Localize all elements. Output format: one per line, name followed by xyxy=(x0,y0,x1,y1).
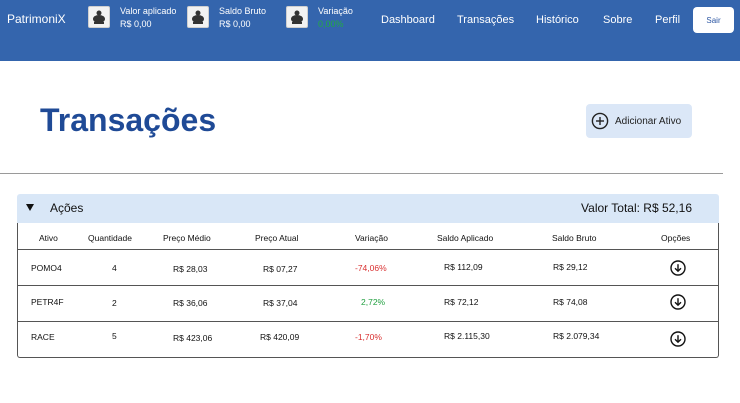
table-row: PETR4F 2 R$ 36,06 R$ 37,04 2,72% R$ 72,1… xyxy=(18,286,718,322)
col-opcoes: Opções xyxy=(661,233,691,243)
stat-label: Valor aplicado xyxy=(120,6,177,16)
col-ativo: Ativo xyxy=(39,233,58,243)
piggy-bank-icon xyxy=(88,6,110,28)
cell-quantidade: 5 xyxy=(112,331,117,341)
cell-saldo-bruto: R$ 29,12 xyxy=(553,262,588,272)
cell-saldo-aplicado: R$ 112,09 xyxy=(444,262,483,272)
cell-quantidade: 2 xyxy=(112,298,117,308)
chevron-down-circle-icon[interactable] xyxy=(670,294,686,310)
col-preco-atual: Preço Atual xyxy=(255,233,299,243)
section-header-acoes[interactable]: Ações Valor Total: R$ 52,16 xyxy=(17,194,719,223)
plus-circle-icon xyxy=(591,112,609,130)
table-header-row: Ativo Quantidade Preço Médio Preço Atual… xyxy=(18,223,718,250)
cell-preco-medio: R$ 423,06 xyxy=(173,333,213,343)
table-row: RACE 5 R$ 423,06 R$ 420,09 -1,70% R$ 2.1… xyxy=(18,322,718,358)
divider xyxy=(0,173,723,174)
chevron-down-circle-icon[interactable] xyxy=(670,331,686,347)
cell-ativo: RACE xyxy=(31,332,55,342)
cell-saldo-bruto: R$ 2.079,34 xyxy=(553,331,600,341)
assets-table: Ativo Quantidade Preço Médio Preço Atual… xyxy=(17,223,719,358)
nav-historico[interactable]: Histórico xyxy=(536,14,579,26)
col-saldo-aplicado: Saldo Aplicado xyxy=(437,233,494,243)
section-title: Ações xyxy=(50,201,84,215)
stat-value: 0,00% xyxy=(318,19,344,29)
logout-button[interactable]: Sair xyxy=(693,7,734,33)
cell-preco-medio: R$ 36,06 xyxy=(173,298,208,308)
cell-variacao: 2,72% xyxy=(361,297,386,307)
cell-variacao: -74,06% xyxy=(355,263,387,273)
piggy-bank-icon xyxy=(187,6,209,28)
piggy-bank-icon xyxy=(286,6,308,28)
cell-preco-medio: R$ 28,03 xyxy=(173,264,208,274)
cell-variacao: -1,70% xyxy=(355,332,382,342)
add-asset-label: Adicionar Ativo xyxy=(615,115,682,127)
stat-value: R$ 0,00 xyxy=(219,19,251,29)
cell-saldo-aplicado: R$ 72,12 xyxy=(444,297,479,307)
cell-saldo-bruto: R$ 74,08 xyxy=(553,297,588,307)
cell-quantidade: 4 xyxy=(112,263,117,273)
page-title: Transações xyxy=(40,102,217,138)
add-asset-button[interactable]: Adicionar Ativo xyxy=(586,104,692,138)
cell-preco-atual: R$ 420,09 xyxy=(260,332,300,342)
cell-preco-atual: R$ 07,27 xyxy=(263,264,298,274)
stat-label: Variação xyxy=(318,6,353,16)
col-saldo-bruto: Saldo Bruto xyxy=(552,233,597,243)
col-variacao: Variação xyxy=(355,233,388,243)
collapse-triangle-icon[interactable] xyxy=(26,204,34,211)
stat-value: R$ 0,00 xyxy=(120,19,152,29)
col-quantidade: Quantidade xyxy=(88,233,132,243)
nav-perfil[interactable]: Perfil xyxy=(655,14,680,26)
nav-transacoes[interactable]: Transações xyxy=(457,14,514,26)
stat-label: Saldo Bruto xyxy=(219,6,267,16)
section-total: Valor Total: R$ 52,16 xyxy=(581,201,692,215)
cell-saldo-aplicado: R$ 2.115,30 xyxy=(444,331,490,341)
col-preco-medio: Preço Médio xyxy=(163,233,211,243)
nav-dashboard[interactable]: Dashboard xyxy=(381,14,435,26)
top-navbar: PatrimoniX Valor aplicado R$ 0,00 Saldo … xyxy=(0,0,740,61)
cell-ativo: POMO4 xyxy=(31,263,62,273)
nav-sobre[interactable]: Sobre xyxy=(603,14,632,26)
cell-ativo: PETR4F xyxy=(31,297,64,307)
brand-logo[interactable]: PatrimoniX xyxy=(7,12,66,26)
table-row: POMO4 4 R$ 28,03 R$ 07,27 -74,06% R$ 112… xyxy=(18,250,718,286)
cell-preco-atual: R$ 37,04 xyxy=(263,298,298,308)
chevron-down-circle-icon[interactable] xyxy=(670,260,686,276)
